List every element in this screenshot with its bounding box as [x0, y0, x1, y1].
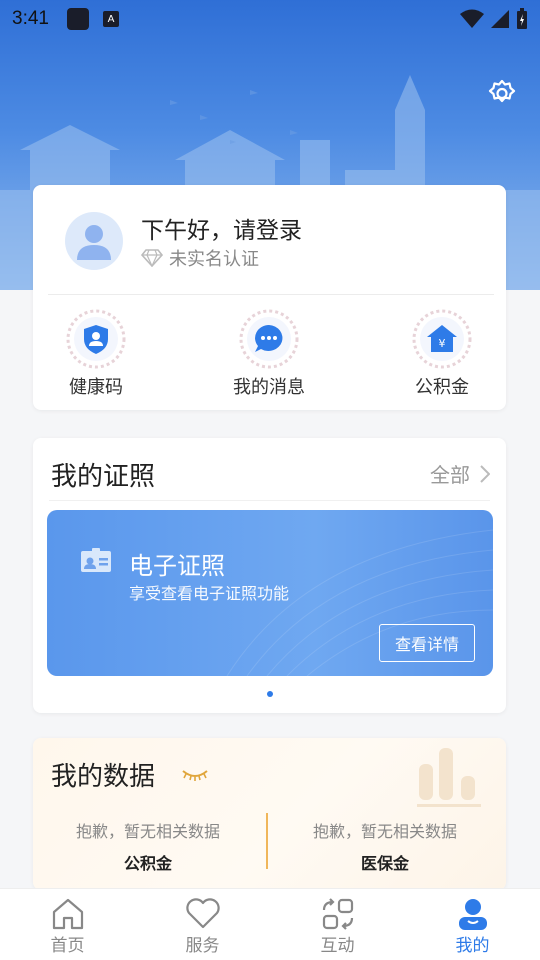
- quick-action-housing-fund[interactable]: ¥ 公积金: [387, 309, 497, 399]
- banner-title: 电子证照: [129, 552, 225, 580]
- verification-status: 未实名认证: [141, 245, 259, 271]
- bar-chart-decoration-icon: [417, 748, 481, 807]
- diamond-icon: [141, 249, 163, 267]
- avatar-person-icon: [77, 225, 111, 260]
- profile-icon: [454, 897, 492, 931]
- quick-action-health-code[interactable]: 健康码: [41, 309, 151, 399]
- view-all-link[interactable]: 全部: [430, 459, 490, 488]
- nav-item-interaction[interactable]: 互动: [270, 889, 405, 960]
- nav-item-mine[interactable]: 我的: [405, 889, 540, 960]
- carousel-indicator[interactable]: [267, 691, 273, 697]
- accessibility-icon: A: [102, 11, 119, 27]
- interaction-icon: [319, 897, 357, 931]
- quick-action-label: 我的消息: [233, 377, 305, 398]
- verification-status-label: 未实名认证: [169, 249, 259, 270]
- nav-item-services[interactable]: 服务: [135, 889, 270, 960]
- no-data-message: 抱歉，暂无相关数据: [75, 822, 220, 841]
- quick-action-messages[interactable]: 我的消息: [214, 309, 324, 399]
- view-details-button[interactable]: 查看详情: [379, 624, 475, 662]
- nav-label: 首页: [50, 936, 85, 956]
- nav-label: 互动: [320, 936, 355, 956]
- view-all-label: 全部: [430, 463, 470, 487]
- chevron-right-icon: [480, 464, 490, 483]
- divider: [266, 813, 268, 869]
- status-bar: 3:41 A: [0, 0, 540, 38]
- wifi-icon: [460, 9, 484, 28]
- e-certificate-banner[interactable]: 电子证照 享受查看电子证照功能 查看详情: [47, 510, 493, 676]
- data-item-medical-insurance[interactable]: 抱歉，暂无相关数据 医保金: [270, 818, 500, 874]
- id-card-icon: [81, 548, 111, 572]
- settings-gear-icon[interactable]: [486, 78, 518, 110]
- nav-item-home[interactable]: 首页: [0, 889, 135, 960]
- signal-icon: [491, 10, 509, 28]
- no-data-message: 抱歉，暂无相关数据: [312, 822, 457, 841]
- data-item-name: 公积金: [123, 854, 172, 873]
- svg-text:¥: ¥: [439, 337, 446, 350]
- notification-icon: [66, 8, 89, 30]
- avatar[interactable]: [65, 212, 123, 270]
- greeting-login-link[interactable]: 下午好，请登录: [141, 211, 302, 245]
- user-card: 下午好，请登录 未实名认证 健康码 我的消息 ¥ 公积金: [33, 185, 506, 410]
- shield-user-icon: [66, 309, 126, 369]
- nav-label: 服务: [185, 936, 220, 956]
- divider: [48, 294, 494, 295]
- bottom-nav: 首页 服务 互动 我的: [0, 888, 540, 960]
- data-item-housing-fund[interactable]: 抱歉，暂无相关数据 公积金: [33, 818, 263, 874]
- section-title: 我的证照: [51, 462, 156, 492]
- quick-action-label: 健康码: [69, 377, 123, 398]
- house-yen-icon: ¥: [412, 309, 472, 369]
- chat-bubble-icon: [239, 309, 299, 369]
- battery-icon: [517, 8, 527, 29]
- my-data-card: 我的数据 抱歉，暂无相关数据 公积金 抱歉，暂无相关数据 医保金: [33, 738, 506, 890]
- section-title: 我的数据: [51, 762, 156, 792]
- quick-action-label: 公积金: [415, 377, 469, 398]
- home-icon: [49, 897, 87, 931]
- banner-subtitle: 享受查看电子证照功能: [129, 584, 290, 603]
- closed-eye-icon[interactable]: [181, 768, 209, 782]
- heart-icon: [184, 897, 222, 931]
- nav-label: 我的: [455, 936, 490, 956]
- certificates-card: 我的证照 全部 电子证照 享受查看电子证照功能 查看详情: [33, 438, 506, 713]
- divider: [49, 500, 490, 501]
- status-time: 3:41: [12, 8, 49, 29]
- data-item-name: 医保金: [360, 854, 409, 873]
